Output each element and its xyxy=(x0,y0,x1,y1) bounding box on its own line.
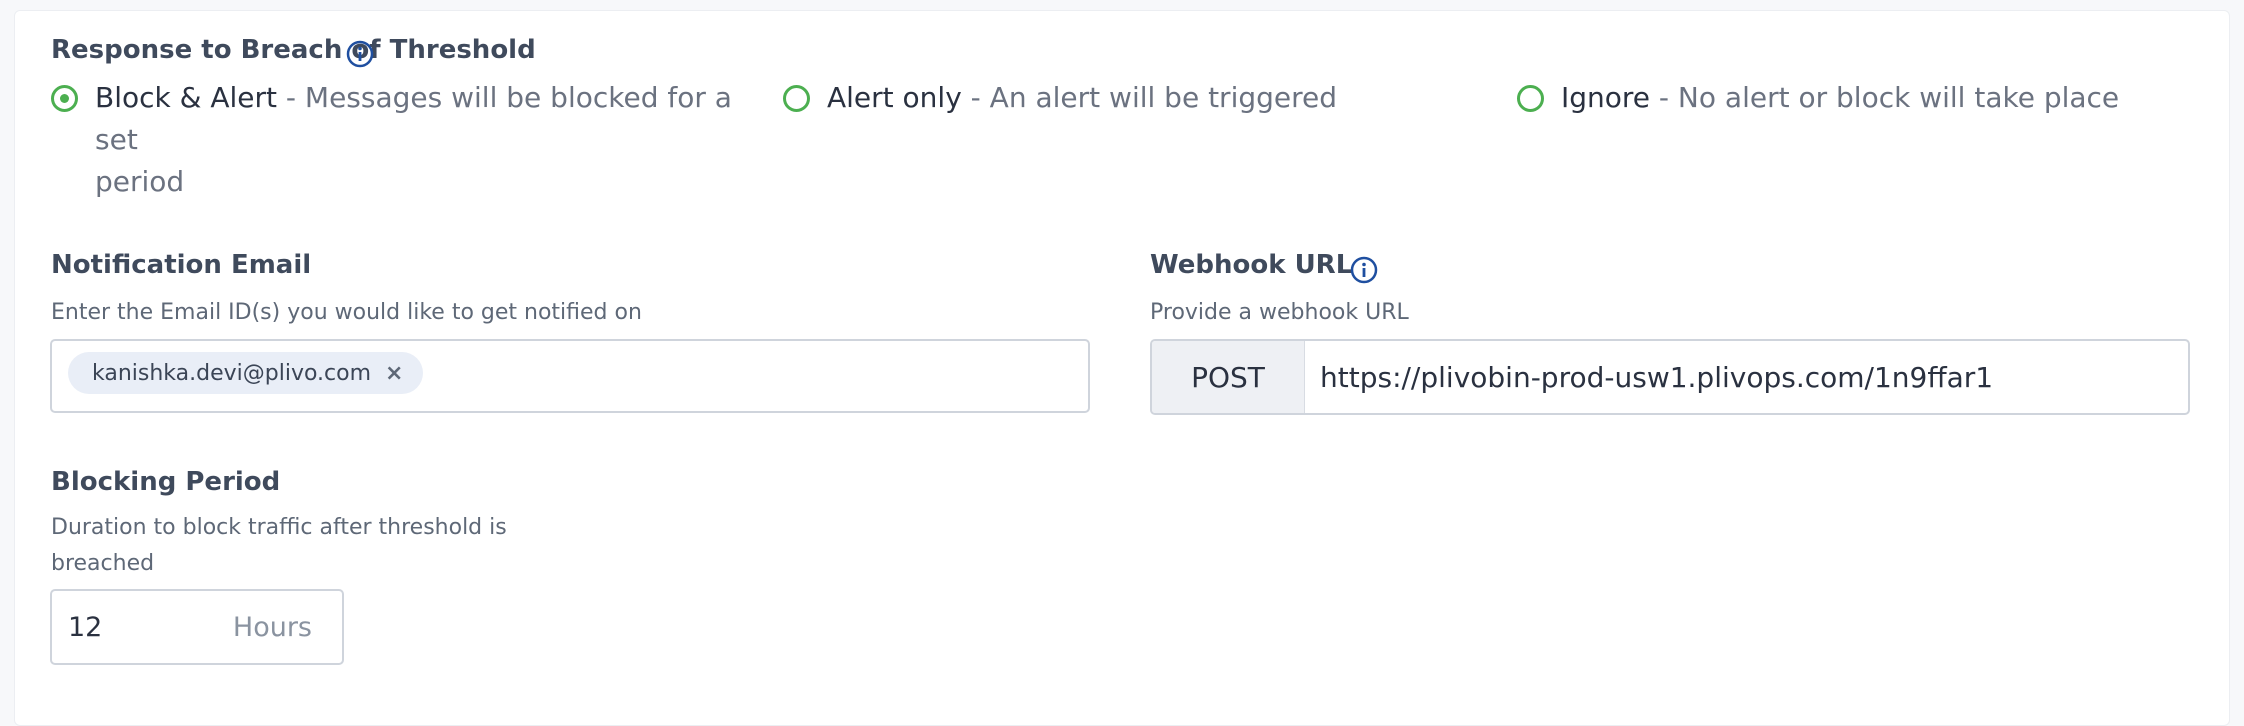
close-icon[interactable]: × xyxy=(385,361,403,386)
webhook-url-input[interactable]: POST https://plivobin-prod-usw1.plivops.… xyxy=(1150,339,2190,415)
blocking-period-help-line2: breached xyxy=(51,551,155,576)
blocking-period-unit: Hours xyxy=(232,611,312,643)
blocking-period-title: Blocking Period xyxy=(51,467,281,497)
radio-block-alert-label: Block & Alert xyxy=(95,81,278,114)
blocking-period-input[interactable]: 12 Hours xyxy=(50,589,344,665)
radio-unselected-indicator[interactable] xyxy=(783,85,810,112)
info-icon[interactable] xyxy=(1349,255,1379,285)
email-chip: kanishka.devi@plivo.com × xyxy=(68,352,424,394)
response-section-title: Response to Breach of Threshold xyxy=(51,35,536,65)
notification-email-title: Notification Email xyxy=(51,250,312,280)
webhook-help: Provide a webhook URL xyxy=(1150,300,1409,325)
notification-email-input[interactable]: kanishka.devi@plivo.com × xyxy=(50,339,1090,413)
radio-alert-only-label: Alert only xyxy=(827,81,962,114)
blocking-period-help: Duration to block traffic after threshol… xyxy=(51,510,507,582)
webhook-title: Webhook URL xyxy=(1150,250,1353,280)
radio-ignore-description: - No alert or block will take place xyxy=(1650,81,2120,114)
webhook-url-value[interactable]: https://plivobin-prod-usw1.plivops.com/1… xyxy=(1320,341,1993,413)
radio-block-alert-description-cont: period xyxy=(95,165,185,198)
radio-selected-indicator[interactable] xyxy=(51,85,78,112)
radio-alert-only-description: - An alert will be triggered xyxy=(961,81,1338,114)
notification-email-help: Enter the Email ID(s) you would like to … xyxy=(51,300,642,325)
breach-settings-card: Response to Breach of Threshold Block & … xyxy=(14,10,2230,726)
info-icon[interactable] xyxy=(345,39,375,69)
http-method-label: POST xyxy=(1152,341,1305,413)
blocking-period-value[interactable]: 12 xyxy=(68,591,102,663)
radio-unselected-indicator[interactable] xyxy=(1517,85,1544,112)
radio-ignore-label: Ignore xyxy=(1561,81,1651,114)
email-chip-label: kanishka.devi@plivo.com xyxy=(92,360,372,386)
blocking-period-help-line1: Duration to block traffic after threshol… xyxy=(51,515,507,540)
